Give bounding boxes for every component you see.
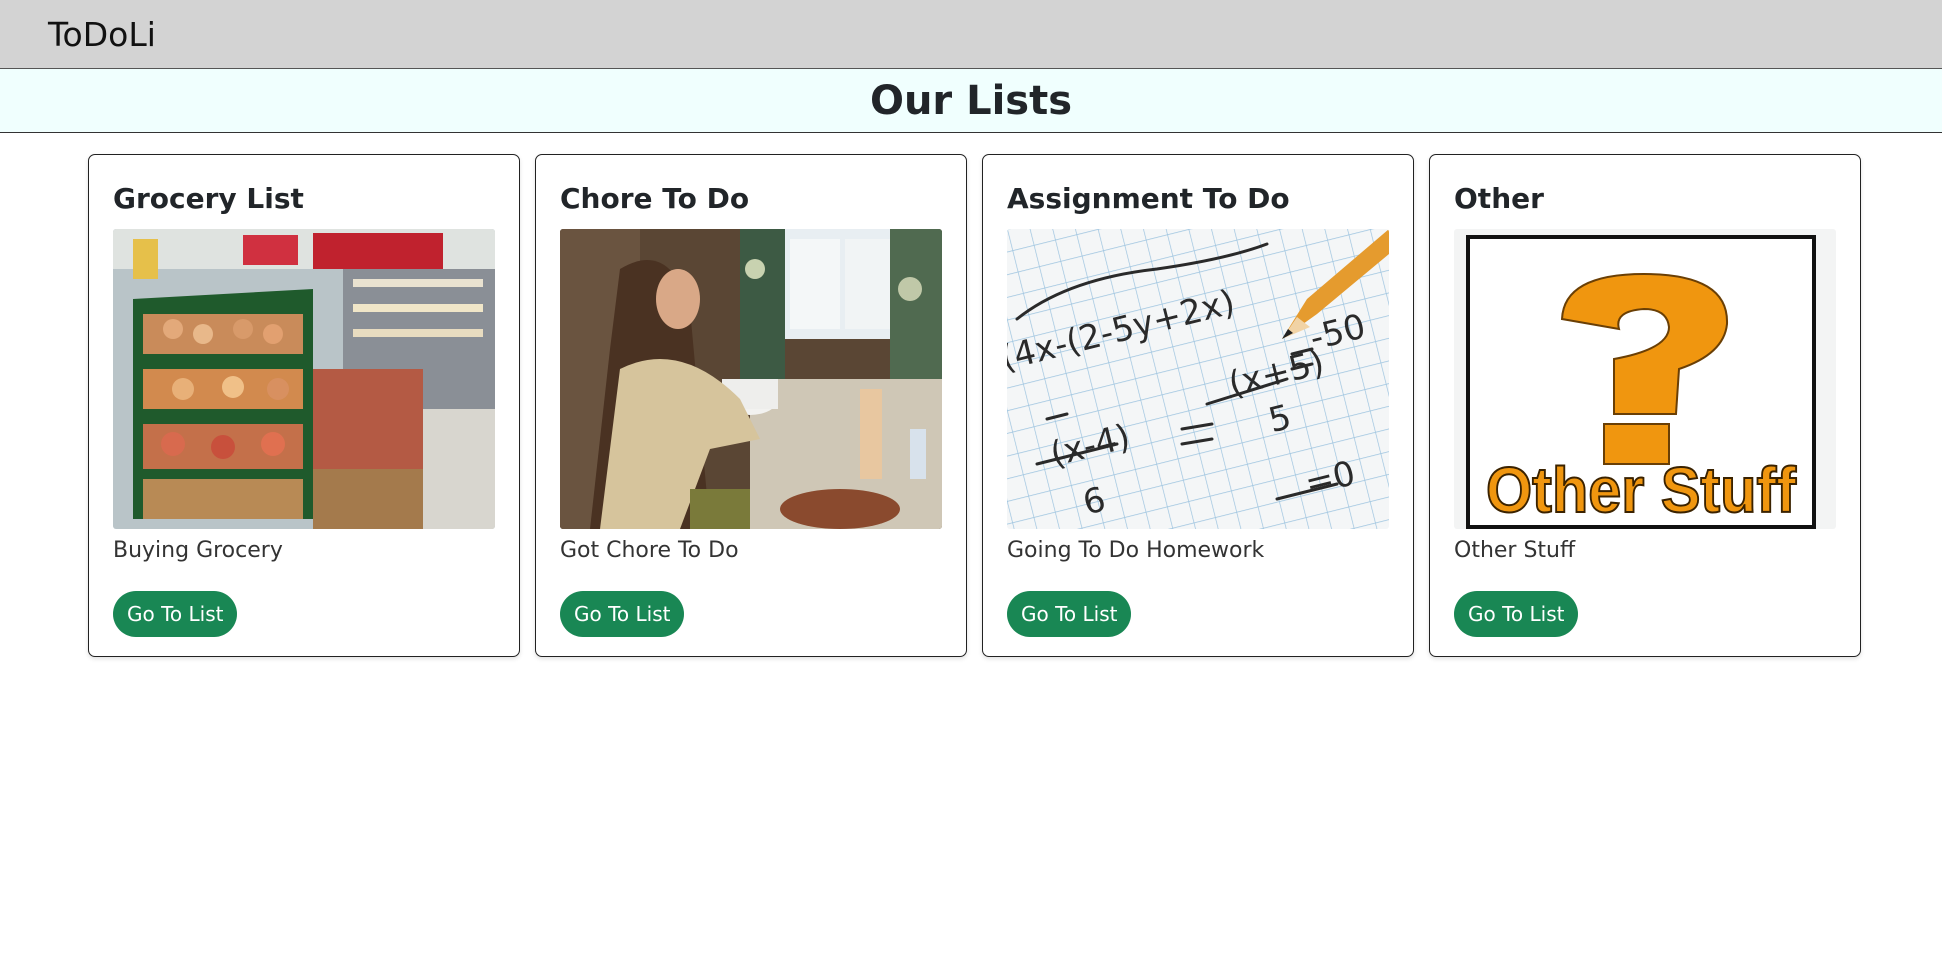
math-homework-image: (4x-(2-5y+2x) (x-4) 6 (x+5) 5 -50 =0 [1007,229,1389,529]
card-description: Going To Do Homework [1007,538,1265,563]
card-other: Other Other Stuff Other Stuff Go To List [1429,154,1861,657]
go-to-list-button[interactable]: Go To List [113,591,238,637]
page-title: Our Lists [869,77,1073,124]
go-to-list-button[interactable]: Go To List [1007,591,1132,637]
card-grocery-list: Grocery List Buying Grocery Go To List [88,154,520,657]
card-description: Other Stuff [1454,538,1576,563]
grocery-store-image [113,229,495,529]
card-list: Grocery List Buying Grocery Go To List C… [88,154,1942,657]
washing-dishes-image [560,229,942,529]
card-description: Buying Grocery [113,538,283,563]
go-to-list-button[interactable]: Go To List [1454,591,1579,637]
card-title: Assignment To Do [1007,182,1290,215]
other-stuff-image-caption: Other Stuff [1486,454,1797,526]
card-assignment-to-do: Assignment To Do (4x-(2-5y+2x) (x-4) 6 (… [982,154,1414,657]
card-description: Got Chore To Do [560,538,739,563]
page-header: Our Lists [0,69,1942,133]
card-title: Chore To Do [560,182,750,215]
card-chore-to-do: Chore To Do Got Chore To Do Go To List [535,154,967,657]
other-stuff-image: Other Stuff [1454,229,1836,529]
card-title: Other [1454,182,1544,215]
card-title: Grocery List [113,182,304,215]
brand-logo-text[interactable]: ToDoLi [48,15,156,54]
go-to-list-button[interactable]: Go To List [560,591,685,637]
navbar: ToDoLi [0,0,1942,69]
